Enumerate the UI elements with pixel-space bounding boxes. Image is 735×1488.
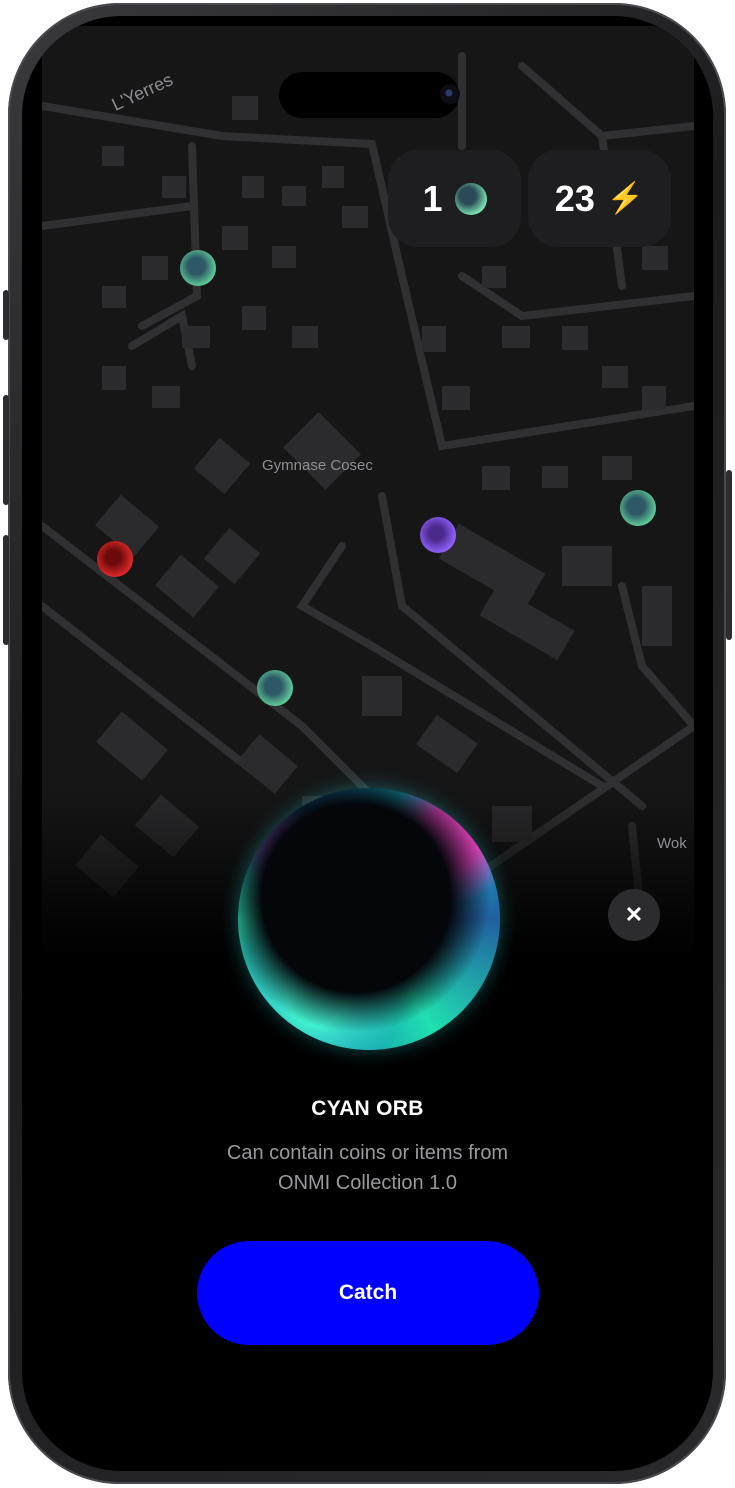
volume-down-button bbox=[3, 535, 9, 645]
power-button bbox=[726, 470, 732, 640]
map-orb-purple[interactable] bbox=[420, 517, 456, 553]
energy-counter[interactable]: 23 ⚡ bbox=[528, 150, 671, 247]
item-description-line: ONMI Collection 1.0 bbox=[278, 1172, 457, 1194]
map-orb-green[interactable] bbox=[257, 670, 293, 706]
map-label-shop: Wok bbox=[657, 835, 687, 852]
item-title: CYAN ORB bbox=[311, 1097, 424, 1120]
close-button[interactable]: ✕ bbox=[608, 889, 660, 941]
item-description-line: Can contain coins or items from bbox=[226, 1142, 509, 1164]
orbs-counter[interactable]: 1 bbox=[388, 150, 521, 247]
front-camera bbox=[440, 84, 460, 104]
item-description: Can contain coins or items from ONMI Col… bbox=[187, 1138, 548, 1198]
orbs-count: 1 bbox=[422, 177, 443, 219]
catch-button[interactable]: Catch bbox=[197, 1241, 539, 1345]
energy-count: 23 bbox=[554, 177, 595, 219]
map-orb-red[interactable] bbox=[97, 541, 133, 577]
map-orb-green[interactable] bbox=[180, 250, 216, 286]
map-label-place: Gymnase Cosec bbox=[262, 457, 373, 474]
green-orb-icon bbox=[454, 182, 487, 215]
dynamic-island bbox=[279, 72, 459, 118]
cyan-orb-image[interactable] bbox=[238, 788, 500, 1050]
volume-up-button bbox=[3, 395, 9, 505]
lightning-bolt-icon: ⚡ bbox=[606, 182, 645, 215]
close-icon: ✕ bbox=[624, 902, 644, 927]
mute-switch bbox=[3, 290, 9, 340]
map-orb-green[interactable] bbox=[620, 490, 656, 526]
